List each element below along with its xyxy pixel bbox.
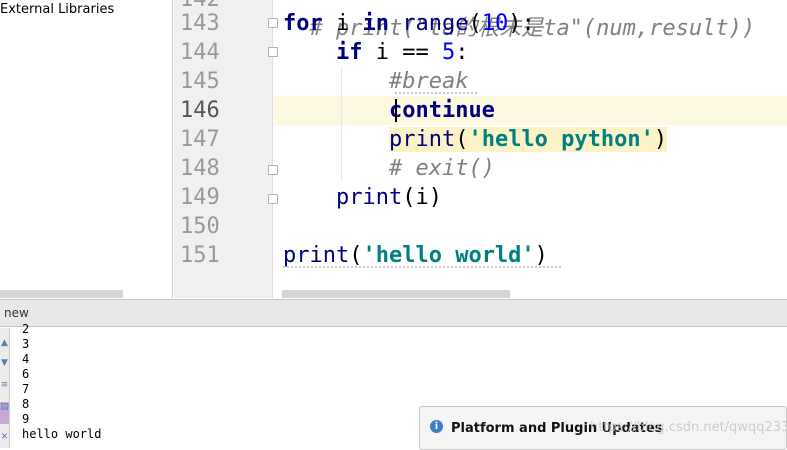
builtin-print: print — [335, 185, 403, 210]
trash-icon[interactable]: ✕ — [0, 432, 9, 442]
number-literal: 5 — [441, 40, 456, 65]
builtin-range: range — [402, 11, 469, 36]
line-number: 145 — [180, 69, 220, 94]
down-arrow-icon[interactable]: ▼ — [0, 358, 9, 368]
code-line-146: continue — [283, 96, 495, 125]
run-console-output[interactable]: 2 3 4 6 7 8 9 hello world — [22, 322, 422, 448]
project-tool-window: External Libraries — [0, 0, 173, 298]
builtin-print: print — [283, 243, 350, 268]
console-line: hello world — [22, 427, 102, 441]
comment-break: #break — [388, 69, 469, 94]
console-line: 6 — [22, 367, 30, 381]
fold-end-icon[interactable] — [268, 165, 278, 175]
soft-wrap-icon[interactable]: ≡ — [0, 380, 9, 390]
line-number-current: 146 — [180, 98, 220, 123]
up-arrow-icon[interactable]: ▲ — [0, 338, 9, 348]
run-config-tab[interactable]: new — [4, 306, 29, 320]
keyword-in: in — [362, 11, 390, 36]
code-line-149: print(i) — [335, 185, 442, 210]
print-icon[interactable]: ▤ — [0, 402, 9, 424]
keyword-if: if — [335, 40, 363, 65]
editor-horizontal-scrollbar[interactable] — [282, 290, 510, 298]
line-number-gutter: 142 143 144 145 146 147 148 149 150 151 — [174, 0, 273, 298]
console-line: 8 — [22, 397, 30, 411]
line-number: 151 — [180, 243, 220, 268]
console-line: 3 — [22, 337, 30, 351]
text-caret — [395, 99, 397, 122]
code-line-147: print('hello python') — [388, 127, 668, 152]
keyword-continue: continue — [388, 98, 495, 123]
console-line: 7 — [22, 382, 30, 396]
spell-check-squiggle — [395, 92, 479, 94]
string-literal: 'hello python' — [468, 127, 654, 152]
string-literal: 'hello world' — [362, 243, 535, 268]
watermark-text: https://blog.csdn.net/qwqq233 — [590, 420, 787, 435]
console-line: 4 — [22, 352, 30, 366]
info-icon: i — [430, 420, 443, 433]
fold-end-icon[interactable] — [268, 194, 278, 204]
line-number: 150 — [180, 214, 220, 239]
comment-exit: # exit() — [388, 156, 495, 181]
code-line-143: for i in range(10): — [283, 11, 535, 36]
code-line-148: # exit() — [283, 154, 495, 183]
console-line: 2 — [22, 322, 30, 336]
line-number: 143 — [180, 11, 220, 36]
builtin-print: print — [388, 127, 456, 152]
fold-toggle-icon[interactable] — [268, 18, 278, 28]
line-number: 147 — [180, 127, 220, 152]
pep8-warning-squiggle — [283, 266, 563, 268]
line-number: 144 — [180, 40, 220, 65]
line-number: 148 — [180, 156, 220, 181]
number-literal: 10 — [481, 11, 509, 36]
project-horizontal-scrollbar[interactable] — [0, 290, 123, 298]
code-line-144: if i == 5: — [335, 40, 469, 65]
tree-item-external-libraries[interactable]: External Libraries — [0, 2, 114, 17]
keyword-for: for — [283, 11, 323, 36]
line-number: 149 — [180, 185, 220, 210]
run-toolbar: ▲ ▼ ≡ ▤ ✕ — [0, 328, 10, 448]
console-line: 9 — [22, 412, 30, 426]
fold-toggle-icon[interactable] — [268, 47, 278, 57]
